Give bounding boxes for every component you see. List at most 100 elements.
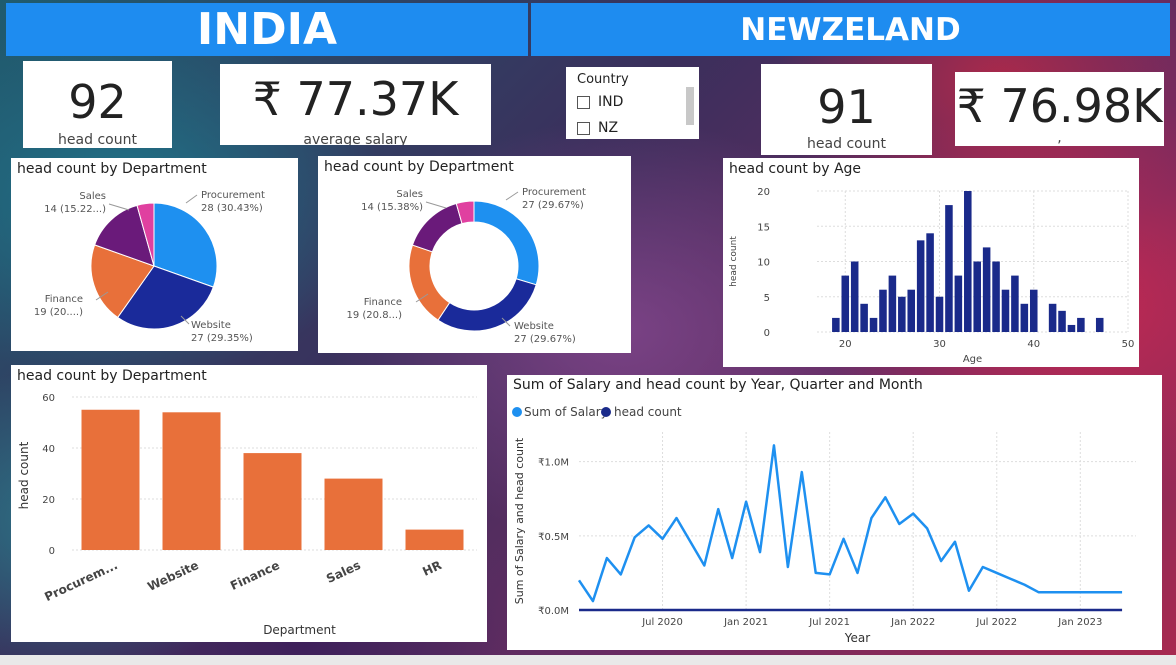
pie-label-website: Website xyxy=(514,321,554,332)
checkbox-ind[interactable] xyxy=(577,95,590,109)
age-x-tick-label: 40 xyxy=(1027,339,1040,350)
age-bar xyxy=(982,247,991,332)
age-bar xyxy=(935,296,944,332)
slicer-option-ind[interactable]: IND xyxy=(577,94,623,110)
age-bar xyxy=(907,289,916,332)
department-y-tick-label: 60 xyxy=(42,393,55,404)
age-bar xyxy=(850,261,859,332)
pie-leader-line xyxy=(505,191,519,201)
pie-label-sales: Sales xyxy=(79,191,106,202)
department-bar-card[interactable]: head count by Department 0 20 40 60 Procurem… xyxy=(11,365,487,642)
department-bar xyxy=(324,478,383,550)
legend-marker-headcount xyxy=(601,407,611,417)
department-bar-chart: 0 20 40 60 Procurem... Website Finance Sales HR D… xyxy=(17,393,477,637)
slicer-title: Country xyxy=(577,72,629,87)
slicer-scrollbar[interactable] xyxy=(686,87,694,125)
age-bar xyxy=(1020,303,1029,332)
legend-label-salary: Sum of Salary xyxy=(524,405,608,419)
india-salary-value: ₹ 77.37K xyxy=(252,72,459,126)
pie-value-label-sales: 14 (15.38%) xyxy=(361,202,423,213)
department-bar xyxy=(162,412,221,550)
line-x-tick-label: Jul 2022 xyxy=(975,617,1017,628)
age-bar xyxy=(916,240,925,332)
age-bar xyxy=(945,205,953,332)
pie-leader-line xyxy=(425,201,447,209)
age-bar-chart: 20 30 40 50 0 5 10 15 20 Age head count xyxy=(729,187,1134,365)
pie-value-label-sales: 14 (15.22...) xyxy=(44,204,106,215)
age-bar xyxy=(1067,324,1076,332)
pie-label-procurement: Procurement xyxy=(522,187,586,198)
age-chart-card[interactable]: head count by Age 20 30 40 50 0 5 10 15 20 Age hea… xyxy=(723,158,1139,367)
age-y-axis-label: head count xyxy=(729,236,739,287)
country-slicer[interactable]: Country IND NZ xyxy=(566,67,699,139)
age-y-tick-label: 15 xyxy=(757,222,770,233)
pie-value-label-procurement: 28 (30.43%) xyxy=(201,203,263,214)
nz-salary-value: ₹ 76.98K xyxy=(956,79,1163,133)
nz-salary-card[interactable]: ₹ 76.98K , xyxy=(955,72,1164,146)
salary-line-card[interactable]: Sum of Salary and head count by Year, Qu… xyxy=(507,375,1162,650)
pie-value-label-website: 27 (29.67%) xyxy=(514,334,576,345)
line-series-0 xyxy=(577,444,1123,603)
age-y-tick-label: 0 xyxy=(764,328,770,339)
newzealand-banner: NEWZELAND xyxy=(531,3,1170,56)
pie-slice-procurement xyxy=(473,200,540,286)
checkbox-nz[interactable] xyxy=(577,121,590,135)
nz-headcount-label: head count xyxy=(807,136,886,152)
line-x-tick-label: Jan 2021 xyxy=(723,617,768,628)
nz-headcount-card[interactable]: 91 head count xyxy=(761,64,932,155)
age-bar xyxy=(1095,317,1104,332)
age-bar xyxy=(869,317,878,332)
slicer-option-nz[interactable]: NZ xyxy=(577,120,618,136)
age-bar xyxy=(1058,310,1066,332)
age-bar xyxy=(1011,275,1019,332)
slicer-option-ind-label: IND xyxy=(598,94,624,110)
age-bar xyxy=(1001,289,1010,332)
department-x-tick-label: Finance xyxy=(228,558,282,593)
age-bar xyxy=(879,289,887,332)
pie-value-label-procurement: 27 (29.67%) xyxy=(522,200,584,211)
department-x-tick-label: Website xyxy=(145,558,200,594)
line-x-tick-label: Jan 2023 xyxy=(1057,617,1102,628)
line-y-tick-label: ₹0.0M xyxy=(538,606,569,617)
india-salary-card[interactable]: ₹ 77.37K average salary xyxy=(220,64,491,145)
nz-department-donut-chart: Procurement 27 (29.67%) Website 27 (29.67%)… xyxy=(346,187,586,345)
nz-salary-label: , xyxy=(1057,130,1062,146)
age-bar xyxy=(964,191,972,332)
india-department-pie-chart: Procurement 28 (30.43%) Website 27 (29.35%)… xyxy=(34,190,265,344)
department-x-tick-label: Sales xyxy=(324,558,363,586)
line-y-axis-label: Sum of Salary and head count xyxy=(513,437,526,604)
line-y-tick-label: ₹1.0M xyxy=(538,458,569,469)
line-x-tick-label: Jan 2022 xyxy=(890,617,935,628)
line-x-axis-label: Year xyxy=(844,631,870,645)
pie-label-finance: Finance xyxy=(364,297,402,308)
india-salary-label: average salary xyxy=(303,132,408,145)
india-banner: INDIA xyxy=(6,3,528,56)
pie-leader-line xyxy=(108,203,130,211)
pie-label-sales: Sales xyxy=(396,189,423,200)
age-bar xyxy=(841,275,850,332)
age-y-tick-label: 5 xyxy=(764,293,770,304)
age-bar xyxy=(992,261,1000,332)
india-headcount-card[interactable]: 92 head count xyxy=(23,61,172,148)
line-x-tick-label: Jul 2021 xyxy=(808,617,850,628)
line-y-tick-label: ₹0.5M xyxy=(538,532,569,543)
department-bar xyxy=(243,453,302,550)
nz-headcount-value: 91 xyxy=(817,80,876,134)
pie-value-label-finance: 19 (20....) xyxy=(34,307,83,318)
nz-department-donut-card[interactable]: head count by Department Procurement 27 (… xyxy=(318,156,631,353)
pie-value-label-website: 27 (29.35%) xyxy=(191,333,253,344)
slicer-option-nz-label: NZ xyxy=(598,120,619,136)
india-department-pie-card[interactable]: head count by Department Procurement 28 (… xyxy=(11,158,298,351)
department-x-axis-label: Department xyxy=(263,623,336,637)
age-bar xyxy=(898,296,906,332)
age-y-tick-label: 20 xyxy=(757,187,770,198)
legend-label-headcount: head count xyxy=(614,405,682,419)
pie-value-label-finance: 19 (20.8...) xyxy=(346,310,402,321)
bottom-strip xyxy=(0,655,1176,665)
pie-label-finance: Finance xyxy=(45,294,83,305)
india-headcount-label: head count xyxy=(58,132,137,148)
age-bar xyxy=(1048,303,1057,332)
department-x-tick-label: Procurem... xyxy=(42,558,119,604)
age-x-axis-label: Age xyxy=(963,354,982,365)
department-y-tick-label: 0 xyxy=(49,546,55,557)
